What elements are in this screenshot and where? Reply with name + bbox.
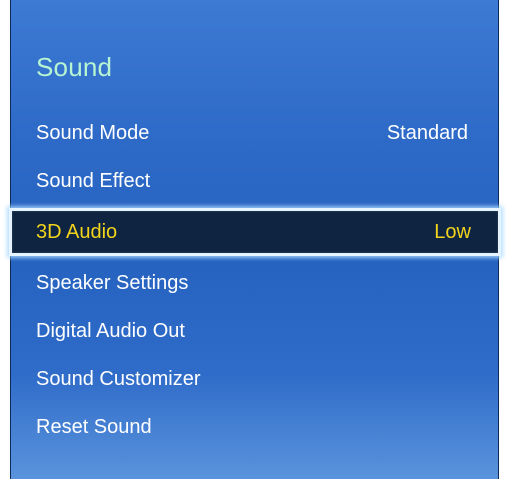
menu-item-label: Sound Effect [36, 170, 151, 192]
sound-menu: Sound Mode Standard Sound Effect 3D Audi… [9, 109, 501, 451]
menu-item-reset-sound[interactable]: Reset Sound [11, 403, 498, 451]
menu-item-sound-customizer[interactable]: Sound Customizer [11, 355, 498, 403]
menu-item-speaker-settings[interactable]: Speaker Settings [11, 259, 498, 307]
menu-item-label: Sound Mode [36, 122, 150, 144]
menu-item-label: Reset Sound [36, 416, 152, 438]
menu-item-sound-effect[interactable]: Sound Effect [11, 157, 498, 205]
menu-item-3d-audio[interactable]: 3D Audio Low [9, 208, 501, 256]
sound-settings-panel: Sound Sound Mode Standard Sound Effect 3… [9, 0, 501, 479]
menu-item-value: Standard [386, 122, 468, 144]
menu-item-value: Low [434, 221, 471, 243]
menu-item-sound-mode[interactable]: Sound Mode Standard [11, 109, 498, 157]
menu-item-label: Sound Customizer [36, 368, 201, 390]
panel-title: Sound [36, 52, 113, 82]
menu-item-digital-audio-out[interactable]: Digital Audio Out [11, 307, 498, 355]
menu-item-label: Speaker Settings [36, 272, 189, 294]
menu-item-label: 3D Audio [36, 221, 118, 243]
tv-screen: Sound Sound Mode Standard Sound Effect 3… [0, 0, 506, 479]
menu-item-label: Digital Audio Out [36, 320, 185, 342]
